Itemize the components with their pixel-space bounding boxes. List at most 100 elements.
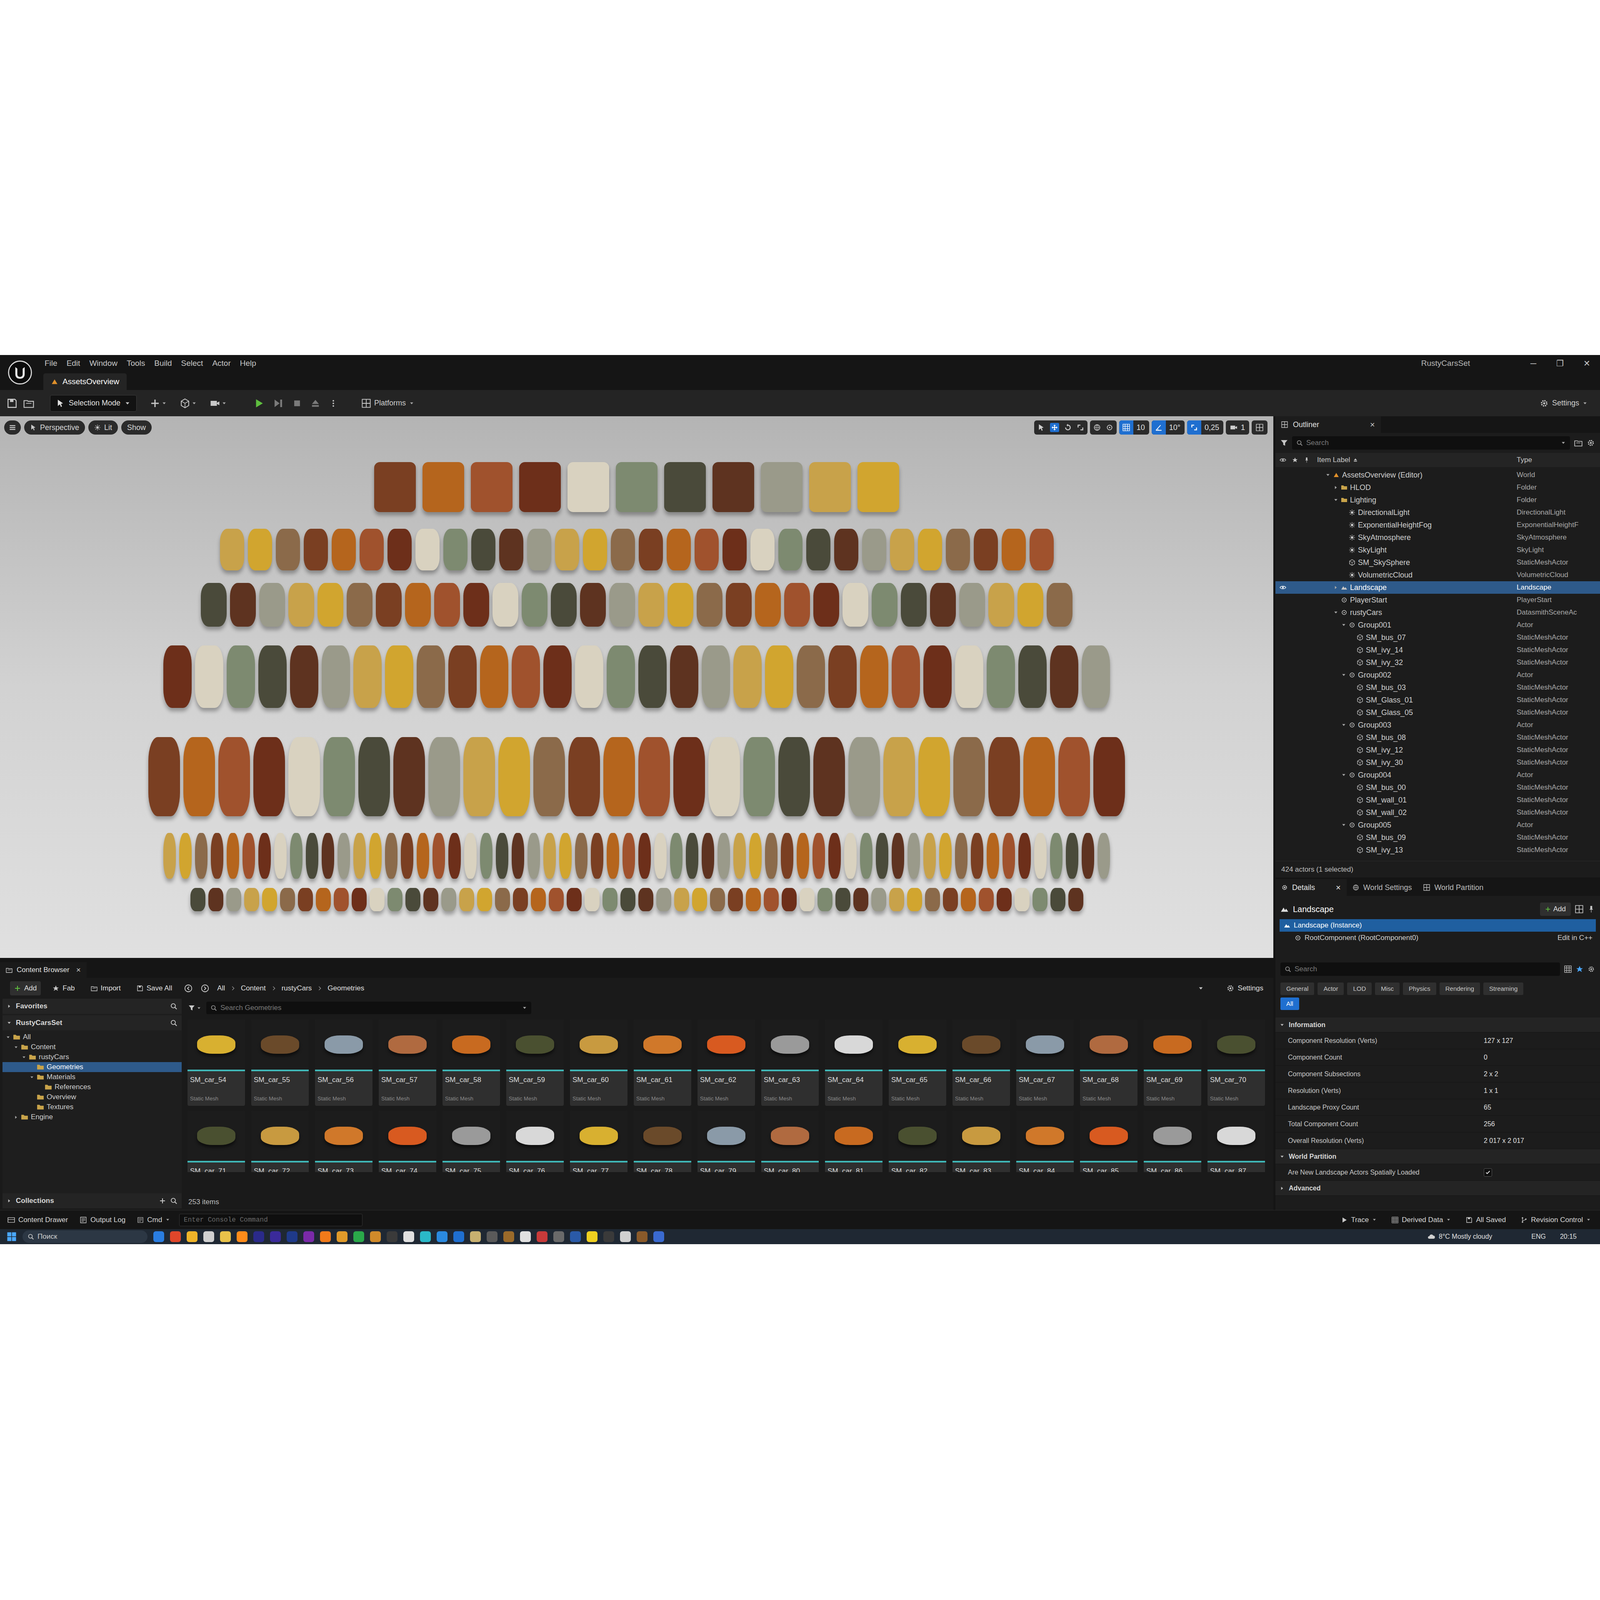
taskbar-app-icon[interactable]: [186, 1231, 198, 1243]
vehicle-model[interactable]: [527, 832, 540, 879]
show-button[interactable]: Show: [121, 420, 152, 435]
outliner-row[interactable]: Group005Actor: [1275, 818, 1600, 832]
vehicle-model[interactable]: [317, 582, 344, 627]
taskbar-app-icon[interactable]: [353, 1231, 365, 1243]
vehicle-model[interactable]: [765, 645, 794, 708]
asset-tile[interactable]: SM_car_79: [697, 1110, 755, 1173]
breadcrumb-item[interactable]: rustyCars: [281, 982, 313, 994]
asset-tile[interactable]: SM_car_69Static Mesh: [1143, 1019, 1202, 1106]
vehicle-model[interactable]: [609, 582, 635, 627]
vehicle-model[interactable]: [1097, 832, 1110, 879]
taskbar-app-icon[interactable]: [553, 1231, 565, 1243]
vehicle-model[interactable]: [274, 832, 287, 879]
vehicle-model[interactable]: [891, 645, 920, 708]
outliner-tab[interactable]: Outliner×: [1275, 416, 1381, 433]
vehicle-model[interactable]: [749, 832, 762, 879]
vehicle-model[interactable]: [848, 737, 880, 817]
vehicle-model[interactable]: [710, 887, 725, 912]
vehicle-model[interactable]: [512, 887, 528, 912]
vehicle-model[interactable]: [842, 582, 869, 627]
vehicle-model[interactable]: [259, 582, 285, 627]
vehicle-model[interactable]: [463, 582, 490, 627]
vehicle-model[interactable]: [701, 645, 730, 708]
vehicle-model[interactable]: [638, 645, 667, 708]
vehicle-model[interactable]: [871, 887, 887, 912]
taskbar-app-icon[interactable]: [286, 1231, 298, 1243]
vehicle-model[interactable]: [799, 887, 815, 912]
vehicle-model[interactable]: [226, 887, 242, 912]
asset-filter-button[interactable]: [188, 1004, 202, 1012]
vehicle-model[interactable]: [393, 737, 425, 817]
vehicle-model[interactable]: [1018, 832, 1031, 879]
taskbar-app-icon[interactable]: [653, 1231, 665, 1243]
play-icon[interactable]: [253, 397, 265, 409]
vehicle-model[interactable]: [900, 582, 927, 627]
vehicle-model[interactable]: [543, 832, 556, 879]
vehicle-model[interactable]: [1029, 528, 1054, 571]
vehicle-model[interactable]: [220, 528, 245, 571]
save-icon[interactable]: [6, 397, 18, 409]
vehicle-model[interactable]: [548, 887, 564, 912]
vehicle-model[interactable]: [666, 528, 691, 571]
vehicle-model[interactable]: [862, 528, 887, 571]
visibility-cell[interactable]: [1275, 584, 1318, 591]
vehicle-model[interactable]: [685, 832, 699, 879]
vehicle-model[interactable]: [986, 832, 1000, 879]
vehicle-model[interactable]: [1046, 582, 1073, 627]
outliner-row[interactable]: Group003Actor: [1275, 718, 1600, 732]
vehicle-model[interactable]: [323, 737, 355, 817]
taskbar-app-icon[interactable]: [436, 1231, 448, 1243]
surface-snap-icon[interactable]: [1105, 423, 1114, 432]
trace-button[interactable]: Trace: [1336, 1214, 1381, 1226]
breadcrumb-item[interactable]: All: [217, 982, 225, 994]
menu-item[interactable]: Window: [84, 357, 123, 370]
vehicle-model[interactable]: [463, 737, 495, 817]
outliner-row[interactable]: HLODFolder: [1275, 481, 1600, 494]
vehicle-model[interactable]: [358, 737, 390, 817]
folder-row[interactable]: Materials: [2, 1072, 182, 1083]
vehicle-model[interactable]: [781, 887, 797, 912]
expander-icon[interactable]: [1279, 1022, 1285, 1028]
asset-tile[interactable]: SM_car_80: [761, 1110, 819, 1173]
history-forward-icon[interactable]: [200, 983, 210, 993]
vehicle-model[interactable]: [288, 582, 315, 627]
vehicle-model[interactable]: [387, 528, 412, 571]
asset-tile[interactable]: SM_car_55Static Mesh: [251, 1019, 309, 1106]
search-icon[interactable]: [170, 1019, 178, 1027]
content-settings-button[interactable]: Settings: [1226, 982, 1264, 994]
advance-frame-icon[interactable]: [273, 398, 284, 409]
vehicle-model[interactable]: [891, 832, 905, 879]
asset-tile[interactable]: SM_car_71: [187, 1110, 245, 1173]
clock[interactable]: 20:15: [1560, 1231, 1577, 1242]
vehicle-model[interactable]: [247, 528, 273, 571]
details-tab[interactable]: World Settings: [1346, 879, 1418, 896]
vehicle-model[interactable]: [253, 737, 285, 817]
vehicle-model[interactable]: [1050, 645, 1079, 708]
outliner-row[interactable]: PlayerStartPlayerStart: [1275, 593, 1600, 607]
revision-control-button[interactable]: Revision Control: [1516, 1214, 1595, 1226]
unreal-logo-icon[interactable]: [7, 360, 33, 385]
asset-tile[interactable]: SM_car_87: [1207, 1110, 1265, 1173]
asset-tile[interactable]: SM_car_73: [315, 1110, 373, 1173]
vehicle-model[interactable]: [694, 528, 719, 571]
platforms-dropdown[interactable]: Platforms: [361, 397, 415, 409]
select-tool-icon[interactable]: [1037, 423, 1045, 432]
derived-data-button[interactable]: Derived Data: [1387, 1214, 1455, 1226]
snap-state[interactable]: [1119, 420, 1134, 435]
vehicle-model[interactable]: [533, 737, 565, 817]
taskbar-app-icon[interactable]: [203, 1231, 215, 1243]
outliner-row[interactable]: rustyCarsDatasmithSceneAc: [1275, 606, 1600, 619]
fab-button[interactable]: Fab: [48, 981, 79, 996]
folder-row[interactable]: Overview: [2, 1092, 182, 1103]
vehicle-model[interactable]: [835, 887, 851, 912]
vehicle-model[interactable]: [620, 887, 636, 912]
vehicle-model[interactable]: [1050, 887, 1066, 912]
vehicle-model[interactable]: [692, 887, 708, 912]
vehicle-model[interactable]: [226, 645, 255, 708]
windows-start-icon[interactable]: [6, 1231, 17, 1242]
taskbar-app-icon[interactable]: [253, 1231, 265, 1243]
outliner-row[interactable]: ExponentialHeightFogExponentialHeightF: [1275, 518, 1600, 532]
vehicle-model[interactable]: [499, 528, 524, 571]
settings-button[interactable]: Settings: [1539, 397, 1588, 409]
vehicle-model[interactable]: [860, 832, 873, 879]
